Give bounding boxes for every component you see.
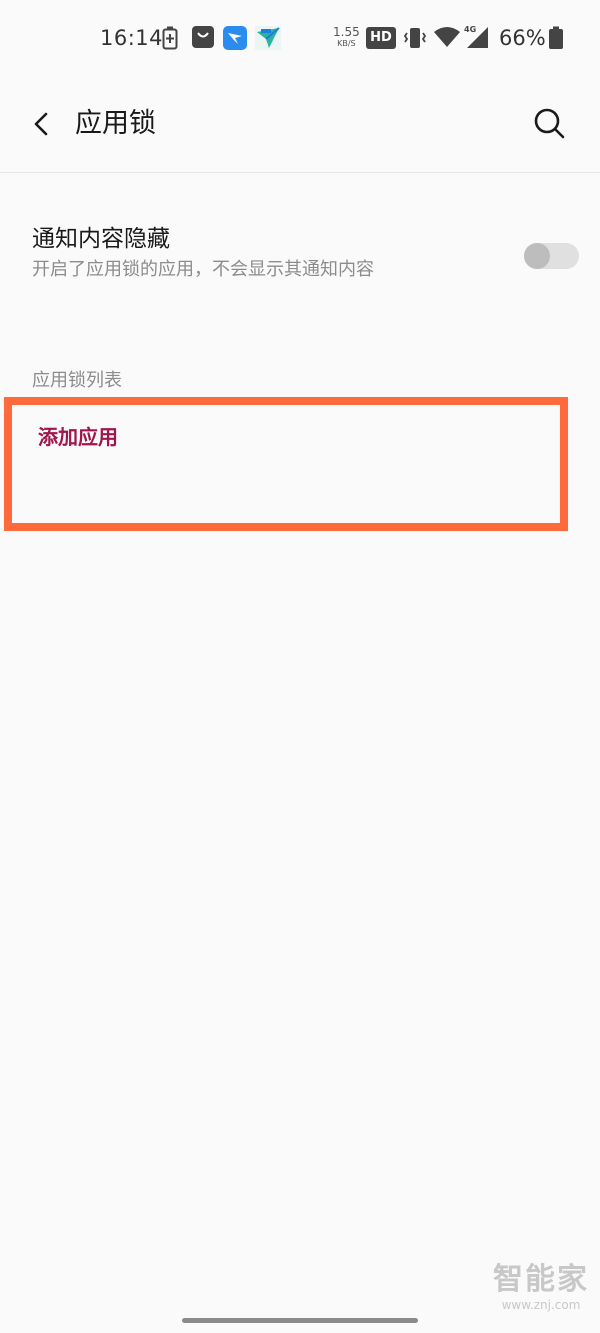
notification-hide-toggle[interactable] <box>524 243 579 269</box>
app-lock-list-header: 应用锁列表 <box>32 370 122 391</box>
status-bar: 16:14 1.55 KB/S HD 4G 66% <box>0 0 600 80</box>
setting-description: 开启了应用锁的应用，不会显示其通知内容 <box>32 259 374 280</box>
network-type-label: 4G <box>464 25 476 34</box>
dingtalk-icon <box>223 26 247 54</box>
status-time: 16:14 <box>100 26 164 50</box>
watermark: 智能家 www.znj.com <box>488 1262 594 1312</box>
chevron-left-icon <box>34 112 48 136</box>
setting-title: 通知内容隐藏 <box>32 226 170 252</box>
search-button[interactable] <box>528 102 572 146</box>
add-app-label: 添加应用 <box>38 425 118 449</box>
wifi-icon <box>434 26 460 52</box>
search-icon <box>534 108 565 139</box>
home-indicator[interactable] <box>182 1318 418 1323</box>
battery-charging-icon <box>162 26 178 54</box>
network-speed-value: 1.55 <box>333 25 360 39</box>
cellular-signal-icon: 4G <box>464 24 490 54</box>
app-bar: 应用锁 <box>0 80 600 173</box>
watermark-logo: 智能家 <box>493 1262 589 1297</box>
add-app-button[interactable]: 添加应用 <box>0 395 600 485</box>
battery-icon <box>548 26 564 54</box>
shopping-bag-icon <box>192 26 214 52</box>
paper-plane-app-icon <box>255 26 281 54</box>
vibrate-icon <box>403 26 427 54</box>
watermark-url: www.znj.com <box>501 1298 581 1312</box>
toggle-knob <box>524 243 550 269</box>
network-speed: 1.55 KB/S <box>333 25 360 49</box>
battery-percent: 66% <box>499 26 546 50</box>
hd-badge: HD <box>366 27 396 49</box>
back-button[interactable] <box>22 104 62 144</box>
notification-hide-setting[interactable]: 通知内容隐藏 开启了应用锁的应用，不会显示其通知内容 <box>0 205 600 305</box>
network-speed-unit: KB/S <box>337 39 356 48</box>
page-title: 应用锁 <box>75 108 156 139</box>
